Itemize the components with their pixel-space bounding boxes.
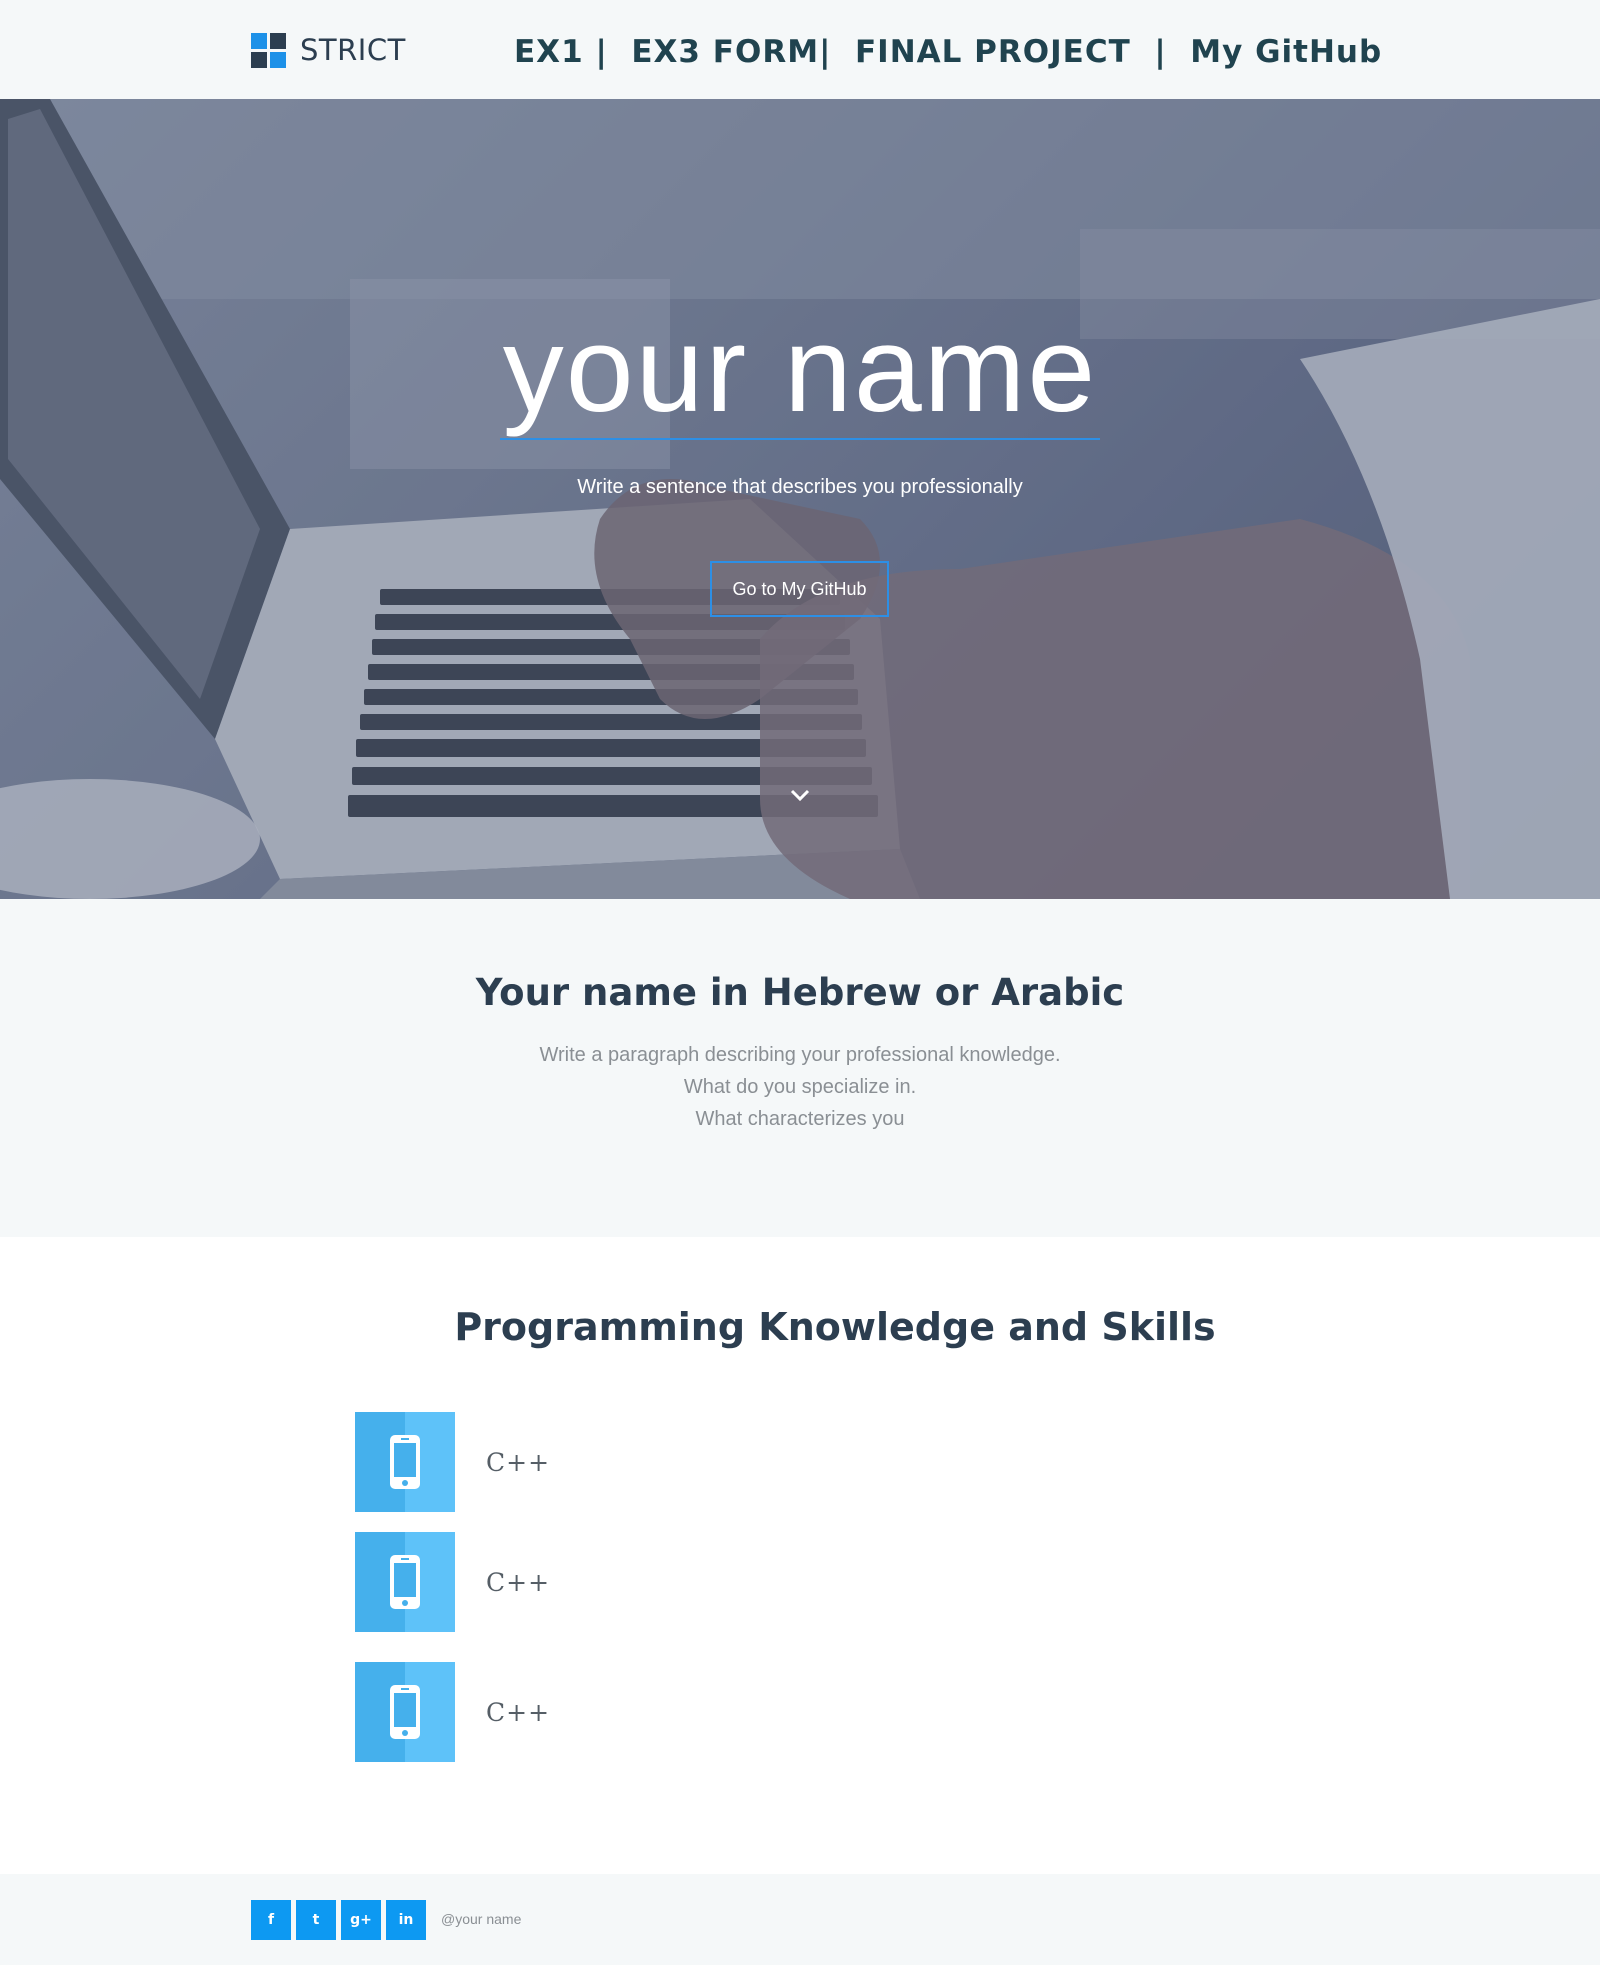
hero-underline	[500, 438, 1100, 440]
about-paragraph: Write a paragraph describing your profes…	[0, 1039, 1600, 1135]
footer: f t g+ in @your name	[0, 1874, 1600, 1965]
smartphone-icon	[390, 1555, 420, 1609]
brand-name: STRICT	[300, 33, 406, 67]
footer-handle: @your name	[441, 1911, 522, 1927]
main-nav: EX1 | EX3 FORM | FINAL PROJECT | My GitHu…	[514, 34, 1383, 70]
nav-link-ex1[interactable]: EX1	[514, 34, 584, 70]
smartphone-icon	[390, 1685, 420, 1739]
twitter-icon[interactable]: t	[296, 1900, 336, 1940]
top-navbar: STRICT EX1 | EX3 FORM | FINAL PROJECT | M…	[0, 0, 1600, 99]
google-plus-icon[interactable]: g+	[341, 1900, 381, 1940]
skill-label: C++	[486, 1567, 551, 1597]
brand[interactable]: STRICT	[251, 31, 406, 69]
about-line: What characterizes you	[695, 1108, 905, 1130]
social-links: f t g+ in	[251, 1900, 426, 1940]
linkedin-icon[interactable]: in	[386, 1900, 426, 1940]
about-line: What do you specialize in.	[683, 1076, 917, 1098]
nav-link-final-project[interactable]: FINAL PROJECT	[855, 34, 1131, 70]
skill-item: C++	[355, 1412, 550, 1512]
about-section: Your name in Hebrew or Arabic Write a pa…	[0, 899, 1600, 1237]
about-line: Write a paragraph describing your profes…	[539, 1044, 1061, 1066]
hero-title: your name	[502, 301, 1098, 437]
skill-label: C++	[486, 1697, 551, 1727]
skills-section: Programming Knowledge and Skills C++ C++	[0, 1237, 1600, 1874]
skill-item: C++	[355, 1532, 550, 1632]
brand-logo-icon	[251, 32, 286, 68]
skill-item: C++	[355, 1662, 550, 1762]
skill-tile	[355, 1412, 455, 1512]
facebook-icon[interactable]: f	[251, 1900, 291, 1940]
about-title: Your name in Hebrew or Arabic	[475, 971, 1125, 1014]
skills-title: Programming Knowledge and Skills	[454, 1305, 1216, 1349]
nav-link-github[interactable]: My GitHub	[1190, 34, 1382, 70]
smartphone-icon	[390, 1435, 420, 1489]
github-button[interactable]: Go to My GitHub	[710, 561, 889, 617]
hero-subtitle: Write a sentence that describes you prof…	[577, 476, 1023, 498]
skill-tile	[355, 1662, 455, 1762]
skill-tile	[355, 1532, 455, 1632]
skill-label: C++	[486, 1447, 551, 1477]
nav-link-ex3-form[interactable]: EX3 FORM	[631, 34, 819, 70]
hero-section: your name Write a sentence that describe…	[0, 99, 1600, 899]
chevron-down-icon[interactable]	[786, 785, 814, 805]
